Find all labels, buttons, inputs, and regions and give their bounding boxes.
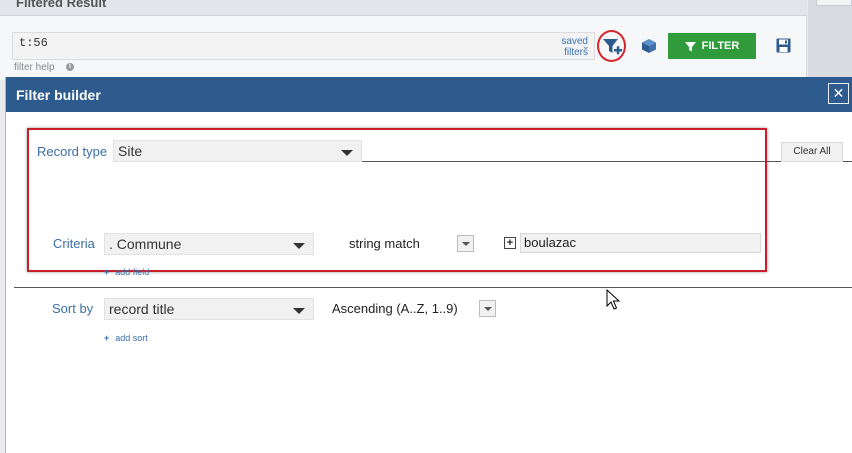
plus-icon: + bbox=[104, 267, 110, 277]
filter-button-label: FILTER bbox=[701, 40, 740, 52]
filter-builder-button[interactable] bbox=[597, 30, 626, 62]
close-button[interactable]: ✕ bbox=[828, 83, 849, 104]
chevron-down-icon[interactable]: ⌄ bbox=[582, 41, 590, 52]
funnel-add-icon bbox=[603, 39, 622, 55]
add-sort-label: add sort bbox=[115, 333, 148, 343]
filter-query-input[interactable]: t:56 bbox=[12, 32, 595, 60]
sort-field-select[interactable]: record title bbox=[104, 298, 314, 320]
info-icon[interactable]: i bbox=[66, 63, 74, 71]
funnel-icon bbox=[684, 41, 696, 51]
caret-down-icon bbox=[293, 308, 305, 314]
dialog-title: Filter builder bbox=[16, 87, 101, 103]
dialog-header: Filter builder ✕ bbox=[6, 77, 852, 112]
side-panel-tab[interactable] bbox=[816, 0, 852, 6]
mouse-cursor-icon bbox=[606, 289, 620, 310]
add-field-link[interactable]: + add field bbox=[104, 267, 149, 277]
highlight-box bbox=[27, 128, 767, 272]
sort-order-dropdown[interactable] bbox=[479, 300, 496, 317]
add-sort-link[interactable]: + add sort bbox=[104, 333, 148, 343]
panel-title: Filtered Result bbox=[16, 0, 107, 10]
filter-button[interactable]: FILTER bbox=[668, 33, 756, 59]
sort-order-value: Ascending (A..Z, 1..9) bbox=[332, 301, 458, 316]
side-panel bbox=[808, 0, 852, 80]
sort-by-label: Sort by bbox=[52, 301, 94, 316]
sort-field-value: record title bbox=[109, 301, 175, 317]
divider bbox=[14, 287, 852, 288]
filter-help-link[interactable]: filter help bbox=[14, 62, 55, 73]
close-icon: ✕ bbox=[832, 85, 845, 101]
filter-builder-dialog: Filter builder ✕ Record type Site Clear … bbox=[5, 77, 852, 453]
add-field-label: add field bbox=[115, 267, 150, 277]
clear-all-button[interactable]: Clear All bbox=[781, 142, 843, 162]
filter-panel-header: Filtered Result bbox=[0, 0, 807, 16]
cube-icon[interactable] bbox=[641, 38, 657, 54]
chevron-down-icon bbox=[484, 307, 492, 311]
save-icon[interactable] bbox=[776, 38, 791, 53]
plus-icon: + bbox=[104, 333, 110, 343]
